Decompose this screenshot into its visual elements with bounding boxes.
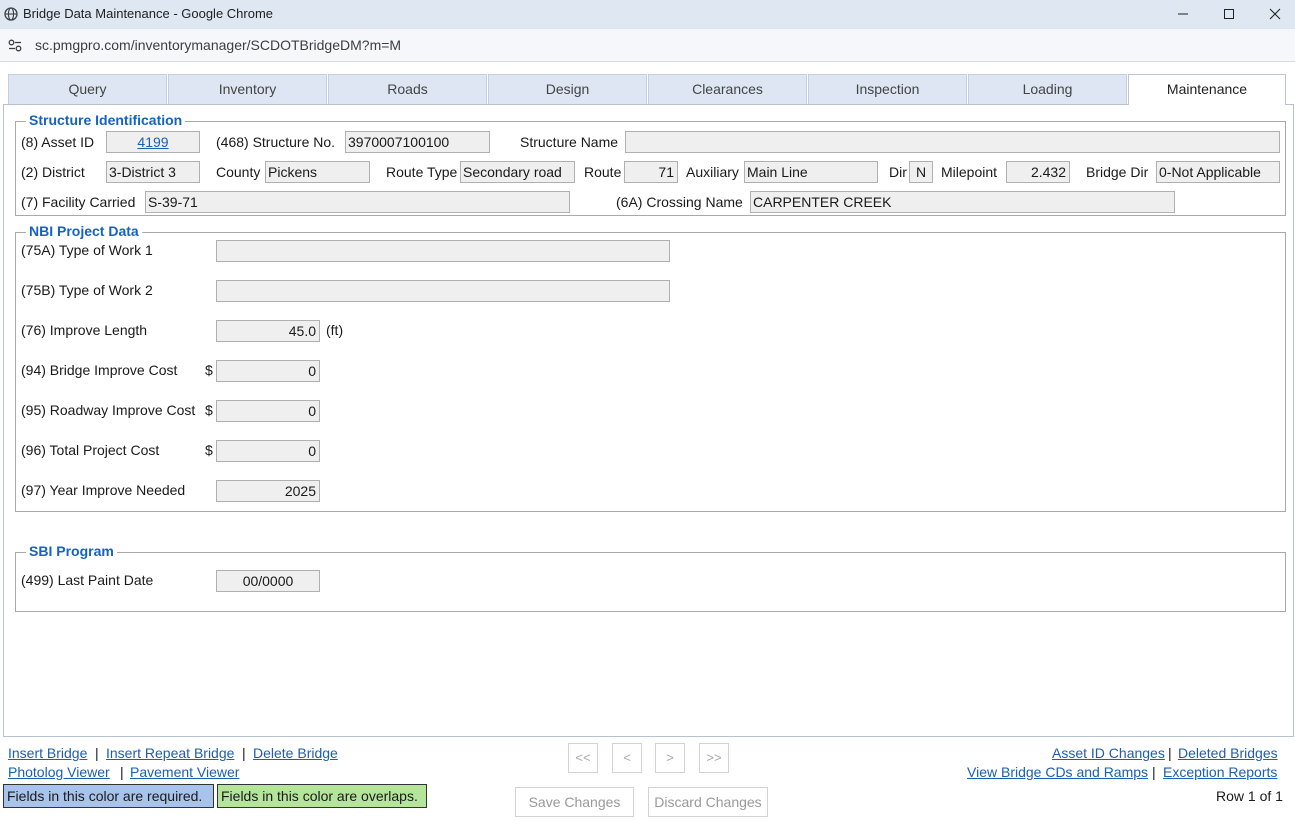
improve-length-unit: (ft): [326, 322, 344, 338]
improve-length-field[interactable]: 45.0: [216, 320, 320, 342]
last-paint-date-field[interactable]: 00/0000: [216, 570, 320, 592]
dollar-sign: $: [205, 442, 213, 458]
tab-loading[interactable]: Loading: [968, 74, 1127, 104]
route-type-label: Route Type: [386, 164, 458, 180]
district-field[interactable]: 3-District 3: [106, 161, 200, 183]
insert-bridge-link[interactable]: Insert Bridge: [8, 745, 87, 761]
dir-label: Dir: [889, 164, 907, 180]
improve-length-label: (76) Improve Length: [21, 322, 148, 338]
close-button[interactable]: [1252, 2, 1295, 26]
total-project-cost-field[interactable]: 0: [216, 440, 320, 462]
tab-maintenance[interactable]: Maintenance: [1128, 74, 1286, 105]
total-project-cost-label: (96) Total Project Cost: [21, 442, 160, 458]
facility-carried-field[interactable]: S-39-71: [145, 191, 570, 213]
close-icon: [1269, 8, 1281, 20]
tab-inventory[interactable]: Inventory: [168, 74, 327, 104]
asset-id-label: (8) Asset ID: [21, 134, 95, 150]
auxiliary-field[interactable]: Main Line: [744, 161, 878, 183]
type-of-work-2-field[interactable]: [216, 280, 670, 302]
tab-clearances[interactable]: Clearances: [648, 74, 807, 104]
deleted-bridges-link[interactable]: Deleted Bridges: [1178, 745, 1278, 761]
milepoint-label: Milepoint: [941, 164, 998, 180]
link-separator: |: [242, 745, 246, 761]
roadway-improve-cost-label: (95) Roadway Improve Cost: [21, 402, 196, 418]
dollar-sign: $: [205, 402, 213, 418]
structure-identification-legend: Structure Identification: [26, 112, 186, 129]
sbi-program-group: SBI Program: [15, 543, 1286, 612]
year-improve-needed-field[interactable]: 2025: [216, 480, 320, 502]
bridge-improve-cost-label: (94) Bridge Improve Cost: [21, 362, 178, 378]
photolog-viewer-link[interactable]: Photolog Viewer: [8, 764, 110, 780]
structure-no-label: (468) Structure No.: [216, 134, 336, 150]
save-changes-button[interactable]: Save Changes: [515, 787, 634, 817]
dollar-sign: $: [205, 362, 213, 378]
type-of-work-1-field[interactable]: [216, 240, 670, 262]
maximize-button[interactable]: [1206, 2, 1252, 26]
overlaps-color-legend: Fields in this color are overlaps.: [217, 784, 427, 808]
type-of-work-1-label: (75A) Type of Work 1: [21, 242, 153, 258]
auxiliary-label: Auxiliary: [686, 164, 739, 180]
row-counter: Row 1 of 1: [1216, 788, 1283, 804]
county-field[interactable]: Pickens: [265, 161, 370, 183]
structure-name-label: Structure Name: [520, 134, 619, 150]
delete-bridge-link[interactable]: Delete Bridge: [253, 745, 338, 761]
structure-no-field[interactable]: 3970007100100: [345, 131, 490, 153]
discard-changes-button[interactable]: Discard Changes: [648, 787, 768, 817]
bridge-improve-cost-field[interactable]: 0: [216, 360, 320, 382]
route-field[interactable]: 71: [624, 161, 678, 183]
facility-carried-label: (7) Facility Carried: [21, 194, 136, 210]
tab-inspection[interactable]: Inspection: [808, 74, 967, 104]
link-separator: |: [120, 764, 124, 780]
site-settings-icon[interactable]: [8, 39, 22, 52]
dir-field[interactable]: N: [909, 161, 933, 183]
next-record-button[interactable]: >: [655, 743, 685, 773]
structure-name-field[interactable]: [625, 131, 1280, 153]
district-label: (2) District: [21, 164, 85, 180]
minimize-button[interactable]: [1160, 2, 1206, 26]
previous-record-button[interactable]: <: [612, 743, 642, 773]
maximize-icon: [1224, 9, 1234, 19]
last-paint-date-label: (499) Last Paint Date: [21, 572, 154, 588]
url-text: sc.pmgpro.com/inventorymanager/SCDOTBrid…: [35, 37, 402, 53]
required-color-legend: Fields in this color are required.: [3, 784, 214, 808]
crossing-name-field[interactable]: CARPENTER CREEK: [750, 191, 1175, 213]
tab-roads[interactable]: Roads: [328, 74, 487, 104]
window-title: Bridge Data Maintenance - Google Chrome: [23, 6, 274, 21]
tab-design[interactable]: Design: [488, 74, 647, 104]
year-improve-needed-label: (97) Year Improve Needed: [21, 482, 186, 498]
link-separator: |: [1152, 764, 1156, 780]
globe-icon: [4, 7, 18, 21]
last-record-button[interactable]: >>: [699, 743, 729, 773]
link-separator: |: [95, 745, 99, 761]
route-type-field[interactable]: Secondary road: [460, 161, 575, 183]
link-separator: |: [1168, 745, 1172, 761]
bridge-dir-field[interactable]: 0-Not Applicable: [1156, 161, 1280, 183]
asset-id-field: 4199: [106, 131, 200, 153]
sbi-program-legend: SBI Program: [26, 543, 117, 560]
nbi-project-data-legend: NBI Project Data: [26, 223, 142, 240]
address-bar[interactable]: sc.pmgpro.com/inventorymanager/SCDOTBrid…: [0, 29, 1295, 62]
minimize-icon: [1178, 13, 1188, 15]
exception-reports-link[interactable]: Exception Reports: [1163, 764, 1277, 780]
asset-id-link[interactable]: 4199: [109, 132, 197, 152]
asset-id-changes-link[interactable]: Asset ID Changes: [1052, 745, 1165, 761]
roadway-improve-cost-field[interactable]: 0: [216, 400, 320, 422]
milepoint-field[interactable]: 2.432: [1006, 161, 1070, 183]
crossing-name-label: (6A) Crossing Name: [616, 194, 743, 210]
county-label: County: [216, 164, 261, 180]
window-titlebar: Bridge Data Maintenance - Google Chrome: [0, 0, 1295, 29]
view-bridge-cds-link[interactable]: View Bridge CDs and Ramps: [967, 764, 1148, 780]
tab-query[interactable]: Query: [8, 74, 167, 104]
bridge-dir-label: Bridge Dir: [1086, 164, 1149, 180]
type-of-work-2-label: (75B) Type of Work 2: [21, 282, 153, 298]
first-record-button[interactable]: <<: [568, 743, 598, 773]
pavement-viewer-link[interactable]: Pavement Viewer: [130, 764, 239, 780]
insert-repeat-bridge-link[interactable]: Insert Repeat Bridge: [106, 745, 234, 761]
route-label: Route: [584, 164, 622, 180]
